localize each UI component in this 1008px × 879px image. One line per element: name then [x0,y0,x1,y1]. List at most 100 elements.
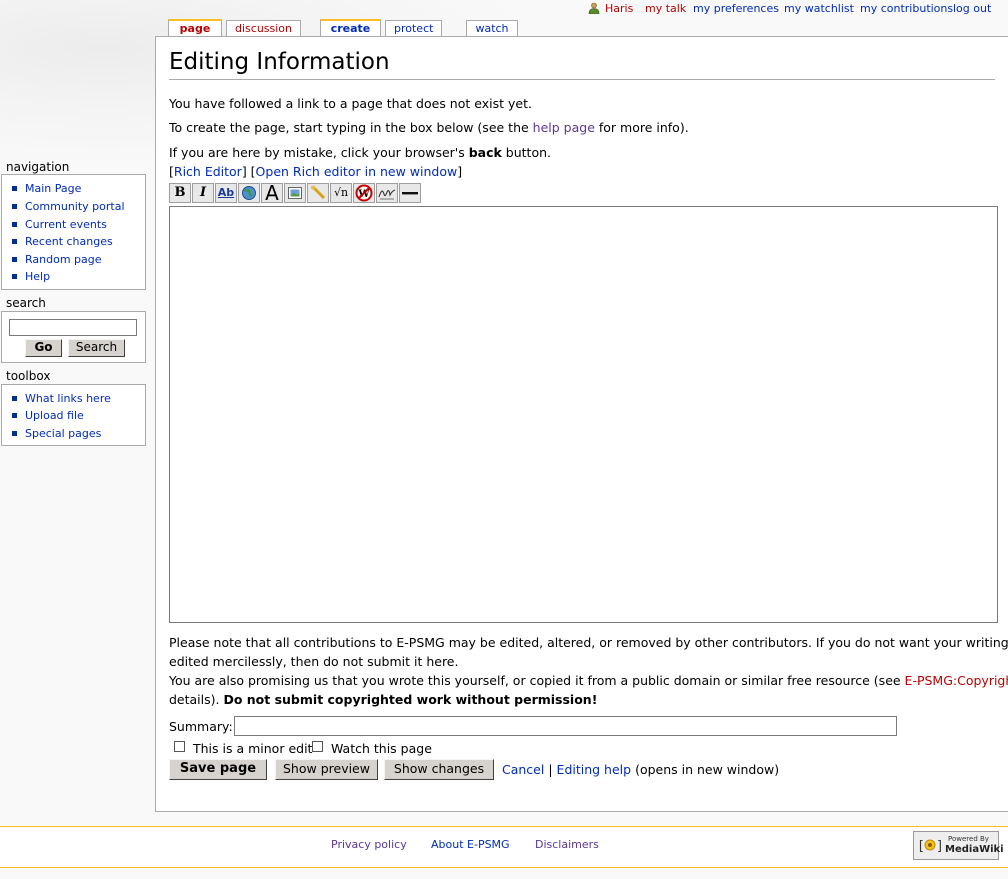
svg-text:]: ] [936,839,943,854]
my-contributions-link[interactable]: my contributions [860,2,953,15]
external-link-button[interactable] [238,183,260,203]
italic-button[interactable]: I [192,183,214,203]
editing-help-link[interactable]: Editing help [557,762,632,777]
math-formula-button[interactable]: √n [330,183,352,203]
navigation-portlet: Main Page Community portal Current event… [1,174,146,290]
sidebar-item-label: Recent changes [25,235,113,248]
copyright-warning-line-2: details). Do not submit copyrighted work… [169,692,597,707]
sidebar-item-current-events[interactable]: Current events [12,218,107,231]
signature-button[interactable] [376,183,398,203]
about-link[interactable]: About E-PSMG [431,838,510,851]
editing-help-note: (opens in new window) [635,762,780,777]
wikitext-editor[interactable] [169,206,998,623]
tab-watch-label: watch [475,22,509,35]
rich-editor-links: [Rich Editor] [Open Rich editor in new w… [169,164,462,179]
bold-button[interactable]: B [169,183,191,203]
my-talk-link[interactable]: my talk [645,2,686,15]
user-icon [588,2,600,15]
bullet-icon [12,257,17,262]
notice-line-2: To create the page, start typing in the … [169,120,689,135]
toolbox-item-what-links-here[interactable]: What links here [12,392,111,405]
notice-line-3: If you are here by mistake, click your b… [169,145,551,160]
footer: Privacy policy About E-PSMG Disclaimers … [0,826,1008,868]
copyright-emphasis: Do not submit copyrighted work without p… [223,692,598,707]
rich-editor-link[interactable]: Rich Editor [174,164,242,179]
sidebar-item-random-page[interactable]: Random page [12,253,102,266]
watch-page-checkbox[interactable] [312,741,323,752]
bullet-icon [12,239,17,244]
toolbox-item-label: What links here [25,392,111,405]
sidebar-item-label: Help [25,270,51,283]
user-page-link[interactable]: Haris [605,2,633,15]
tab-watch[interactable]: watch [466,20,518,37]
nowiki-button[interactable]: W [353,183,375,203]
headline-button[interactable]: A [261,183,283,203]
horizontal-line-icon [401,190,419,205]
notice-text: for more info). [594,120,689,135]
privacy-policy-link[interactable]: Privacy policy [331,838,407,851]
horizontal-line-button[interactable] [399,183,421,203]
toolbox-portlet: What links here Upload file Special page… [1,384,146,446]
my-watchlist-link[interactable]: my watchlist [784,2,854,15]
tab-create-label: create [330,22,371,35]
save-page-button[interactable]: Save page [169,759,267,780]
search-button[interactable]: Search [68,339,125,357]
notice-text: To create the page, start typing in the … [169,120,533,135]
contribution-warning-line-1: Please note that all contributions to E-… [169,635,1008,650]
media-link-button[interactable] [307,183,329,203]
search-title: search [6,296,46,310]
bullet-icon [12,222,17,227]
separator: | [548,762,553,777]
toolbox-item-label: Special pages [25,427,102,440]
sidebar-item-help[interactable]: Help [12,270,50,283]
tab-protect-label: protect [394,22,434,35]
copyright-text: You are also promising us that you wrote… [169,673,905,688]
bullet-icon [12,396,17,401]
toolbox-item-upload-file[interactable]: Upload file [12,409,84,422]
personal-tools: Haris my talk my preferences my watchlis… [560,0,1008,18]
disclaimers-link[interactable]: Disclaimers [535,838,599,851]
nowiki-icon: W [355,184,373,206]
sidebar-item-community-portal[interactable]: Community portal [12,200,125,213]
back-emphasis: back [468,145,502,160]
tab-discussion[interactable]: discussion [226,20,301,37]
show-changes-button[interactable]: Show changes [384,759,494,780]
internal-link-button[interactable]: Ab [215,183,237,203]
show-preview-button[interactable]: Show preview [275,759,378,780]
log-out-link[interactable]: log out [953,2,991,15]
tab-page-label: page [179,22,211,35]
go-button[interactable]: Go [25,339,62,357]
toolbox-item-special-pages[interactable]: Special pages [12,427,101,440]
notice-line-1: You have followed a link to a page that … [169,96,532,111]
tab-protect[interactable]: protect [385,20,442,37]
navigation-title: navigation [6,160,70,174]
powered-by-mediawiki-badge[interactable]: [] Powered By MediaWiki [913,831,1004,860]
mediawiki-text: MediaWiki [945,844,1004,855]
contribution-warning-line-2: edited mercilessly, then do not submit i… [169,654,459,669]
svg-text:[: [ [917,839,925,854]
sidebar-item-label: Current events [25,218,107,231]
bullet-icon [12,413,17,418]
open-rich-editor-new-window-link[interactable]: Open Rich editor in new window [256,164,458,179]
edit-actions: Cancel | Editing help (opens in new wind… [502,762,779,777]
content-area: Editing Information You have followed a … [155,36,1008,812]
minor-edit-checkbox[interactable] [174,741,185,752]
help-page-link[interactable]: help page [533,120,595,135]
sidebar-item-main-page[interactable]: Main Page [12,182,81,195]
toolbox-item-label: Upload file [25,409,84,422]
summary-label: Summary: [169,719,233,734]
sidebar-item-recent-changes[interactable]: Recent changes [12,235,113,248]
globe-icon [241,186,257,205]
bracket: ] [ [241,164,256,179]
notice-text: button. [501,145,552,160]
copyright-warning-line-1: You are also promising us that you wrote… [169,673,1008,688]
cancel-link[interactable]: Cancel [502,762,544,777]
embedded-image-button[interactable] [284,183,306,203]
my-preferences-link[interactable]: my preferences [693,2,779,15]
powered-by-text: Powered By [948,835,989,843]
search-input[interactable] [9,319,137,336]
summary-input[interactable] [234,716,897,736]
bullet-icon [12,204,17,209]
signature-icon [378,189,396,205]
copyrights-link[interactable]: E-PSMG:Copyrights [905,673,1008,688]
